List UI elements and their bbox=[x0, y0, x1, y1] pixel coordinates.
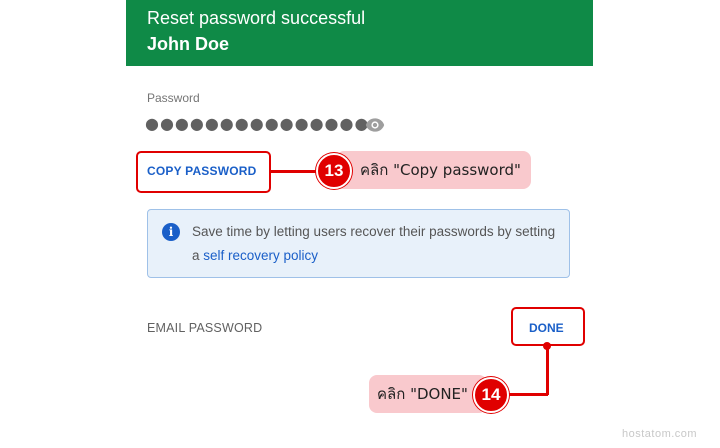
email-password-button[interactable]: EMAIL PASSWORD bbox=[147, 321, 262, 335]
done-highlight bbox=[511, 307, 585, 346]
watermark: hostatom.com bbox=[622, 428, 698, 440]
info-text: Save time by letting users recover their… bbox=[192, 220, 557, 268]
step14-connector-vertical bbox=[546, 344, 549, 395]
masked-password: ●●●●●●●●●●●●●●●● bbox=[145, 114, 385, 133]
user-name: John Doe bbox=[147, 34, 230, 54]
eye-icon[interactable] bbox=[365, 117, 385, 133]
copy-password-highlight bbox=[136, 151, 271, 193]
success-header: Reset password successful John Doe bbox=[126, 0, 593, 66]
step13-badge: 13 bbox=[316, 153, 352, 189]
step13-label: คลิก "Copy password" bbox=[336, 151, 531, 189]
step14-connector-horizontal bbox=[508, 393, 548, 396]
self-recovery-policy-link[interactable]: self recovery policy bbox=[203, 248, 318, 263]
header-title: Reset password successful bbox=[147, 8, 366, 28]
step14-connector-dot bbox=[543, 342, 551, 350]
step14-label: คลิก "DONE" bbox=[369, 375, 487, 413]
info-icon: i bbox=[162, 223, 180, 241]
step13-connector bbox=[271, 170, 319, 173]
step14-badge: 14 bbox=[473, 377, 509, 413]
password-label: Password bbox=[147, 91, 200, 105]
recovery-info-box: i Save time by letting users recover the… bbox=[147, 209, 570, 278]
